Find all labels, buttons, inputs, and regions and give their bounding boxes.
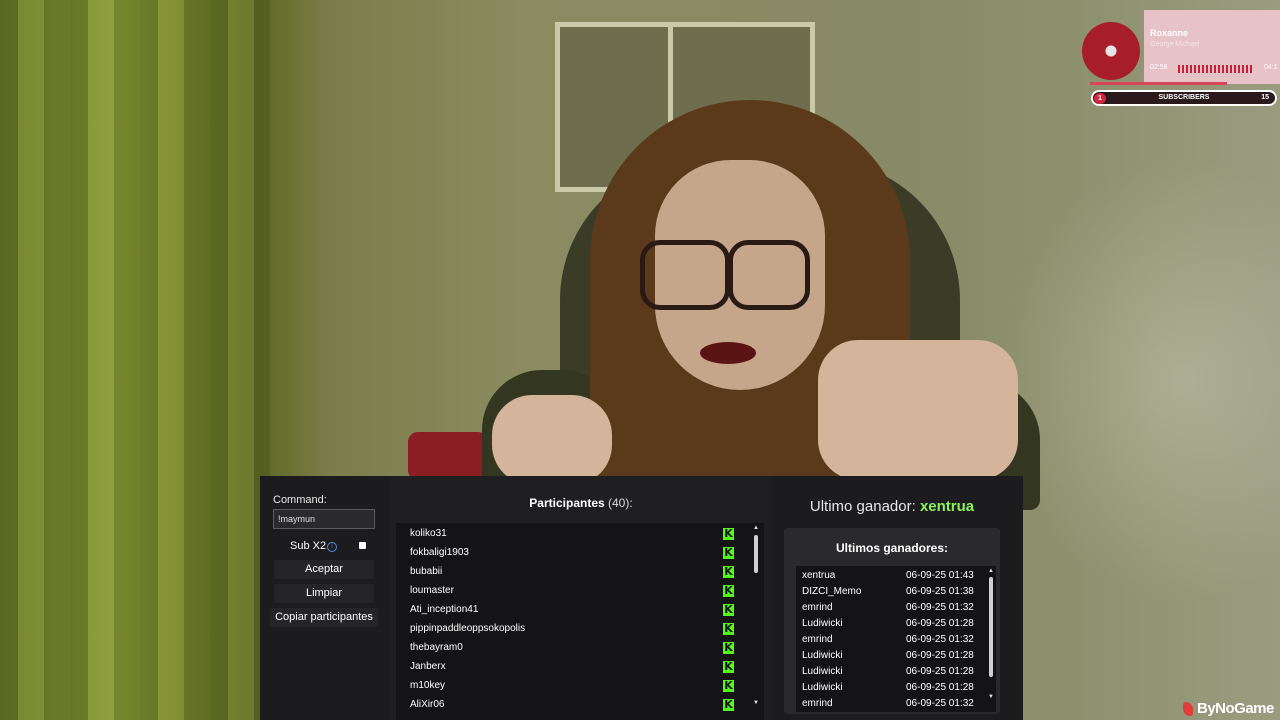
subscriber-goal-bar: 1 SUBSCRIBERS 15 xyxy=(1091,90,1277,106)
album-disc-icon xyxy=(1082,22,1140,80)
participants-title-text: Participantes xyxy=(529,496,605,510)
participant-name: fokbaligi1903 xyxy=(410,547,469,558)
song-total: 04:1 xyxy=(1264,64,1278,71)
winner-name: emrind xyxy=(802,634,833,645)
kick-icon: K xyxy=(723,546,734,559)
participant-name: loumaster xyxy=(410,585,454,596)
participant-name: bubabii xyxy=(410,566,443,577)
participant-name: pippinpaddleoppsokopolis xyxy=(410,623,526,634)
participant-name: Janberx xyxy=(410,661,446,672)
winner-name: xentrua xyxy=(802,570,836,581)
kick-icon: K xyxy=(723,660,734,673)
kick-icon: K xyxy=(723,603,734,616)
curtain xyxy=(0,0,270,720)
scroll-down-arrow-icon[interactable]: ▼ xyxy=(988,694,994,700)
participants-scrollbar-thumb[interactable] xyxy=(754,535,758,573)
streamer-lips xyxy=(700,342,756,364)
scroll-down-arrow-icon[interactable]: ▼ xyxy=(753,700,759,706)
copy-participants-button[interactable]: Copiar participantes xyxy=(270,608,378,627)
kick-icon: K xyxy=(723,622,734,635)
audio-waveform-icon xyxy=(1178,65,1252,73)
scroll-up-arrow-icon[interactable]: ▲ xyxy=(988,568,994,574)
sub-x2-label: Sub X2 xyxy=(290,540,327,552)
clear-button[interactable]: Limpiar xyxy=(274,584,374,603)
winner-name: Ludiwicki xyxy=(802,618,843,629)
glasses-lens-right xyxy=(728,240,810,310)
song-elapsed: 02:58 xyxy=(1150,64,1168,71)
song-progress-bar xyxy=(1090,82,1227,85)
winner-date: 06-09-25 01:43 xyxy=(906,570,974,581)
streamer-hand-left xyxy=(492,395,612,485)
watermark: ByNoGame xyxy=(1183,700,1274,717)
winner-name: Ludiwicki xyxy=(802,650,843,661)
winner-name: emrind xyxy=(802,602,833,613)
winner-date: 06-09-25 01:38 xyxy=(906,586,974,597)
participant-name: koliko31 xyxy=(410,528,447,539)
pillow xyxy=(408,432,488,480)
winners-scrollbar-thumb[interactable] xyxy=(989,577,993,677)
participant-name: thebayram0 xyxy=(410,642,463,653)
command-input[interactable] xyxy=(273,509,375,529)
participant-name: Ati_inception41 xyxy=(410,604,479,615)
winners-title: Ultimos ganadores: xyxy=(835,541,949,555)
sub-x2-checkbox[interactable] xyxy=(359,542,366,549)
song-title: Roxanne xyxy=(1150,28,1189,38)
kick-icon: K xyxy=(723,698,734,711)
participant-name: m10key xyxy=(410,680,446,691)
last-winner-label: Ultimo ganador: xyxy=(809,498,916,515)
winner-date: 06-09-25 01:28 xyxy=(906,666,974,677)
kick-icon: K xyxy=(723,527,734,540)
kick-icon: K xyxy=(723,584,734,597)
winner-date: 06-09-25 01:28 xyxy=(906,618,974,629)
song-artist: George Michael xyxy=(1150,41,1200,48)
glasses-lens-left xyxy=(640,240,730,310)
winner-date: 06-09-25 01:28 xyxy=(906,682,974,693)
participants-count: (40): xyxy=(608,496,633,510)
sub-x2-row: Sub X2 i xyxy=(274,538,374,554)
kick-icon: K xyxy=(723,565,734,578)
winner-date: 06-09-25 01:32 xyxy=(906,634,974,645)
last-winner-name: xentrua xyxy=(919,498,975,515)
participant-name: AliXir06 xyxy=(410,699,445,710)
last-winner-heading: Ultimo ganador: xentrua xyxy=(778,498,1006,515)
winner-name: DIZCI_Memo xyxy=(802,586,862,597)
winners-list[interactable]: xentrua 06-09-25 01:43 DIZCI_Memo 06-09-… xyxy=(796,566,996,712)
subscriber-goal: 15 xyxy=(1261,94,1269,101)
winner-date: 06-09-25 01:28 xyxy=(906,650,974,661)
winner-name: Ludiwicki xyxy=(802,666,843,677)
command-label: Command: xyxy=(273,494,327,506)
scroll-up-arrow-icon[interactable]: ▲ xyxy=(753,525,759,531)
winner-date: 06-09-25 01:32 xyxy=(906,602,974,613)
participants-title: Participantes (40): xyxy=(390,496,772,510)
now-playing-widget: Roxanne George Michael 02:58 04:1 xyxy=(1082,10,1280,86)
watermark-text: ByNoGame xyxy=(1197,700,1274,717)
accept-button[interactable]: Aceptar xyxy=(274,560,374,579)
winner-name: emrind xyxy=(802,698,833,709)
subscriber-label: SUBSCRIBERS xyxy=(1158,94,1210,101)
kick-icon: K xyxy=(723,641,734,654)
participants-list[interactable]: koliko31 fokbaligi1903 bubabii loumaster… xyxy=(396,523,764,720)
kick-icon: K xyxy=(723,679,734,692)
winner-name: Ludiwicki xyxy=(802,682,843,693)
streamer-hand-right xyxy=(818,340,1018,480)
info-icon[interactable]: i xyxy=(327,542,337,552)
winner-date: 06-09-25 01:32 xyxy=(906,698,974,709)
